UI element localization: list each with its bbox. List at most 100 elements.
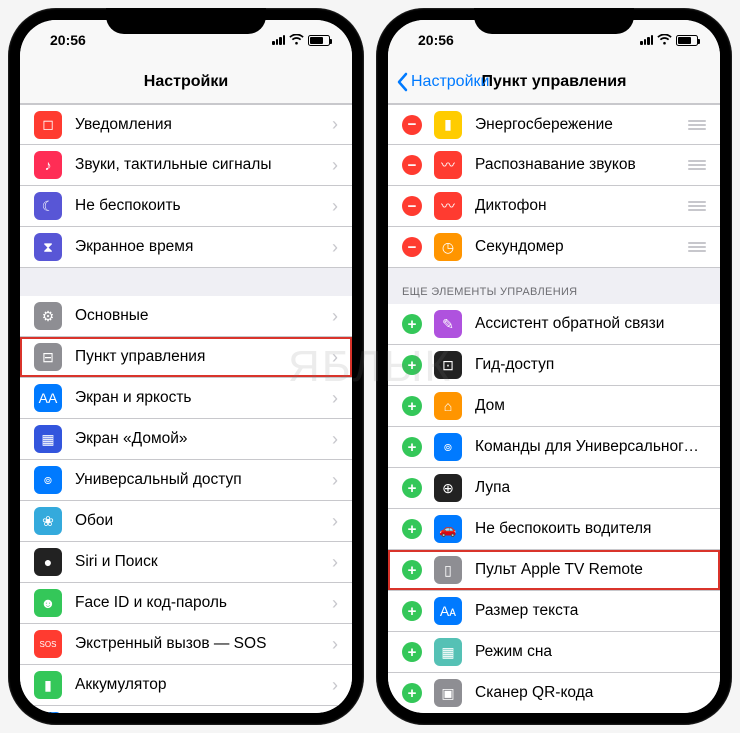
drag-handle[interactable] <box>688 120 706 130</box>
more-controls-header: ЕЩЕ ЭЛЕМЕНТЫ УПРАВЛЕНИЯ <box>388 268 720 304</box>
row-label: Не беспокоить водителя <box>475 520 706 538</box>
row-label: Сканер QR-кода <box>475 684 706 702</box>
row-home-screen[interactable]: ▦ Экран «Домой» › <box>20 419 352 460</box>
row-label: Универсальный доступ <box>75 471 332 489</box>
row-label: Пульт Apple TV Remote <box>475 561 706 579</box>
row-low-power[interactable]: − ▮ Энергосбережение <box>388 104 720 145</box>
row-general[interactable]: ⚙ Основные › <box>20 296 352 337</box>
row-label: Экстренный вызов — SOS <box>75 635 332 653</box>
chevron-icon: › <box>332 306 338 327</box>
row-voice-memo[interactable]: − 〰 Диктофон <box>388 186 720 227</box>
add-button[interactable]: + <box>402 478 422 498</box>
navbar-left: Настройки <box>20 60 352 104</box>
row-label: Экран «Домой» <box>75 430 332 448</box>
row-battery[interactable]: ▮ Аккумулятор › <box>20 665 352 706</box>
row-magnifier[interactable]: + ⊕ Лупа <box>388 468 720 509</box>
row-label: Экран и яркость <box>75 389 332 407</box>
row-dnd[interactable]: ☾ Не беспокоить › <box>20 186 352 227</box>
chevron-icon: › <box>332 511 338 532</box>
row-sos[interactable]: SOS Экстренный вызов — SOS › <box>20 624 352 665</box>
row-label: Ассистент обратной связи <box>475 315 706 333</box>
row-label: Siri и Поиск <box>75 553 332 571</box>
home-screen-icon: ▦ <box>34 425 62 453</box>
drag-handle[interactable] <box>688 160 706 170</box>
control-center-list[interactable]: − ▮ Энергосбережение − 〰 Распознавание з… <box>388 104 720 713</box>
row-label: Не беспокоить <box>75 197 332 215</box>
row-sleep[interactable]: + ▦ Режим сна <box>388 632 720 673</box>
add-button[interactable]: + <box>402 642 422 662</box>
row-acc-shortcuts[interactable]: + ๏ Команды для Универсального дост... <box>388 427 720 468</box>
nav-title: Пункт управления <box>482 73 627 91</box>
row-qr[interactable]: + ▣ Сканер QR-кода <box>388 673 720 713</box>
add-button[interactable]: + <box>402 314 422 334</box>
status-time: 20:56 <box>50 32 86 48</box>
row-privacy[interactable]: ✋ Конфиденциальность › <box>20 706 352 713</box>
row-label: Уведомления <box>75 116 332 134</box>
notch <box>474 8 634 34</box>
remove-button[interactable]: − <box>402 237 422 257</box>
sleep-icon: ▦ <box>434 638 462 666</box>
row-control-center[interactable]: ⊟ Пункт управления › <box>20 337 352 378</box>
row-label: Секундомер <box>475 238 680 256</box>
add-button[interactable]: + <box>402 355 422 375</box>
row-faceid[interactable]: ☻ Face ID и код-пароль › <box>20 583 352 624</box>
display-icon: AA <box>34 384 62 412</box>
row-label: Дом <box>475 397 706 415</box>
signal-icon <box>272 35 285 45</box>
battery-icon <box>308 35 330 46</box>
nav-title: Настройки <box>144 73 228 91</box>
remove-button[interactable]: − <box>402 196 422 216</box>
chevron-icon: › <box>332 237 338 258</box>
row-feedback[interactable]: + ✎ Ассистент обратной связи <box>388 304 720 345</box>
row-apple-tv-remote[interactable]: + ▯ Пульт Apple TV Remote <box>388 550 720 591</box>
remove-button[interactable]: − <box>402 115 422 135</box>
add-button[interactable]: + <box>402 519 422 539</box>
row-siri[interactable]: ● Siri и Поиск › <box>20 542 352 583</box>
remove-button[interactable]: − <box>402 155 422 175</box>
voice-memo-icon: 〰 <box>434 192 462 220</box>
settings-list[interactable]: ◻ Уведомления › ♪ Звуки, тактильные сигн… <box>20 104 352 713</box>
row-screentime[interactable]: ⧗ Экранное время › <box>20 227 352 268</box>
row-label: Звуки, тактильные сигналы <box>75 156 332 174</box>
wifi-icon <box>289 33 304 48</box>
add-button[interactable]: + <box>402 560 422 580</box>
add-button[interactable]: + <box>402 601 422 621</box>
chevron-icon: › <box>332 196 338 217</box>
drag-handle[interactable] <box>688 201 706 211</box>
row-label: Гид-доступ <box>475 356 706 374</box>
row-dnd-driving[interactable]: + 🚗 Не беспокоить водителя <box>388 509 720 550</box>
status-time: 20:56 <box>418 32 454 48</box>
sound-rec-icon: 〰 <box>434 151 462 179</box>
magnifier-icon: ⊕ <box>434 474 462 502</box>
sos-icon: SOS <box>34 630 62 658</box>
drag-handle[interactable] <box>688 242 706 252</box>
screentime-icon: ⧗ <box>34 233 62 261</box>
row-home[interactable]: + ⌂ Дом <box>388 386 720 427</box>
row-stopwatch[interactable]: − ◷ Секундомер <box>388 227 720 268</box>
row-label: Режим сна <box>475 643 706 661</box>
chevron-icon: › <box>332 429 338 450</box>
acc-shortcuts-icon: ๏ <box>434 433 462 461</box>
row-label: Лупа <box>475 479 706 497</box>
navbar-right: Настройки Пункт управления <box>388 60 720 104</box>
row-wallpaper[interactable]: ❀ Обои › <box>20 501 352 542</box>
row-text-size[interactable]: + Aᴀ Размер текста <box>388 591 720 632</box>
row-display[interactable]: AA Экран и яркость › <box>20 378 352 419</box>
text-size-icon: Aᴀ <box>434 597 462 625</box>
back-label: Настройки <box>411 73 489 91</box>
row-notifications[interactable]: ◻ Уведомления › <box>20 104 352 145</box>
row-accessibility[interactable]: ๏ Универсальный доступ › <box>20 460 352 501</box>
row-label: Распознавание звуков <box>475 156 680 174</box>
row-sounds[interactable]: ♪ Звуки, тактильные сигналы › <box>20 145 352 186</box>
row-label: Команды для Универсального дост... <box>475 438 706 456</box>
add-button[interactable]: + <box>402 396 422 416</box>
row-label: Основные <box>75 307 332 325</box>
control-center-icon: ⊟ <box>34 343 62 371</box>
row-guided[interactable]: + ⊡ Гид-доступ <box>388 345 720 386</box>
add-button[interactable]: + <box>402 683 422 703</box>
back-button[interactable]: Настройки <box>396 72 489 92</box>
general-icon: ⚙ <box>34 302 62 330</box>
qr-icon: ▣ <box>434 679 462 707</box>
row-sound-rec[interactable]: − 〰 Распознавание звуков <box>388 145 720 186</box>
add-button[interactable]: + <box>402 437 422 457</box>
